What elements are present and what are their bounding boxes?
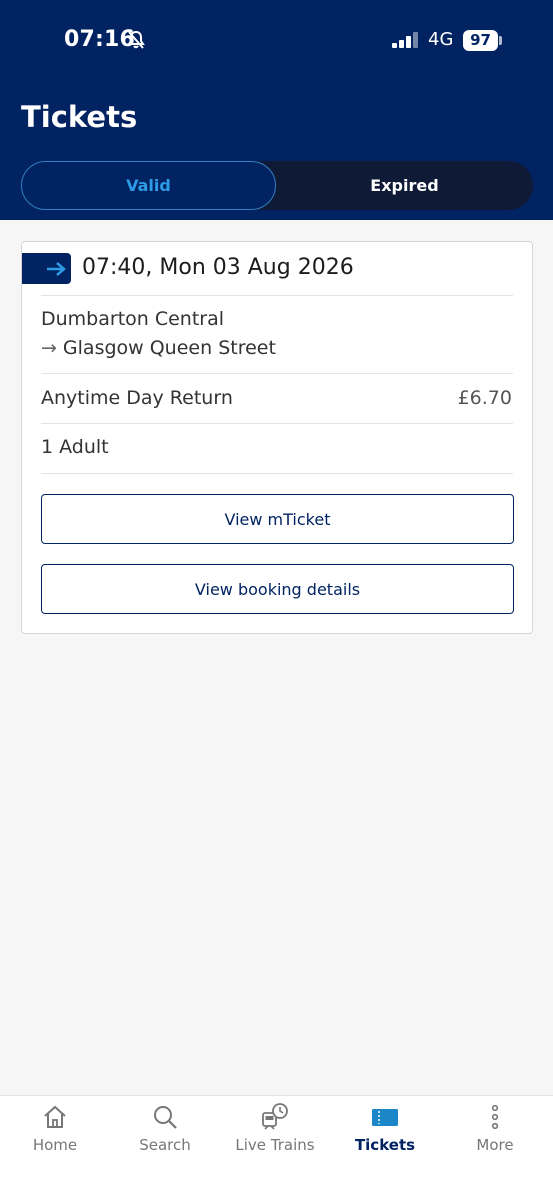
destination-station: Glasgow Queen Street xyxy=(62,337,276,359)
divider xyxy=(41,295,513,296)
nav-item-tickets[interactable]: Tickets xyxy=(330,1096,440,1166)
ticket-card: 07:40, Mon 03 Aug 2026 Dumbarton Central… xyxy=(21,241,533,634)
live-trains-icon xyxy=(261,1103,289,1131)
tab-valid[interactable]: Valid xyxy=(21,161,276,210)
nav-label: More xyxy=(476,1136,514,1154)
battery-tip xyxy=(499,36,502,45)
origin-station: Dumbarton Central xyxy=(41,308,225,330)
battery-indicator: 97 xyxy=(463,30,498,51)
search-icon xyxy=(151,1103,179,1131)
direction-tag xyxy=(22,253,71,284)
nav-label: Tickets xyxy=(354,1136,416,1154)
ticket-filter-tabs: Valid Expired xyxy=(21,161,533,210)
divider xyxy=(41,423,513,424)
header: 07:16 4G 97 Tickets Valid Expired xyxy=(0,0,553,220)
nav-label: Live Trains xyxy=(235,1136,315,1154)
view-booking-details-button[interactable]: View booking details xyxy=(41,564,514,614)
passenger-count: 1 Adult xyxy=(41,436,109,458)
nav-item-more[interactable]: More xyxy=(440,1096,550,1166)
view-mticket-button[interactable]: View mTicket xyxy=(41,494,514,544)
ticket-datetime: 07:40, Mon 03 Aug 2026 xyxy=(82,255,354,280)
home-icon xyxy=(41,1103,69,1131)
divider xyxy=(41,373,513,374)
more-icon xyxy=(481,1103,509,1131)
ticket-icon xyxy=(371,1103,399,1131)
nav-item-search[interactable]: Search xyxy=(110,1096,220,1166)
nav-item-live-trains[interactable]: Live Trains xyxy=(220,1096,330,1166)
nav-item-home[interactable]: Home xyxy=(0,1096,110,1166)
page-title: Tickets xyxy=(21,100,138,134)
bell-off-icon xyxy=(126,30,146,50)
signal-icon xyxy=(392,32,420,48)
destination-row: → Glasgow Queen Street xyxy=(41,337,276,359)
fare-type: Anytime Day Return xyxy=(41,387,233,409)
status-bar: 07:16 4G 97 xyxy=(0,0,553,80)
route-arrow-icon: → xyxy=(41,337,57,359)
tab-expired[interactable]: Expired xyxy=(276,161,533,210)
nav-label: Search xyxy=(139,1136,191,1154)
network-label: 4G xyxy=(428,29,454,50)
nav-label: Home xyxy=(32,1136,78,1154)
bottom-nav: Home Search Live Trains Tickets More xyxy=(0,1095,553,1200)
divider xyxy=(41,473,513,474)
fare-price: £6.70 xyxy=(457,387,512,409)
arrow-right-icon xyxy=(46,261,66,277)
status-time: 07:16 xyxy=(64,27,136,52)
